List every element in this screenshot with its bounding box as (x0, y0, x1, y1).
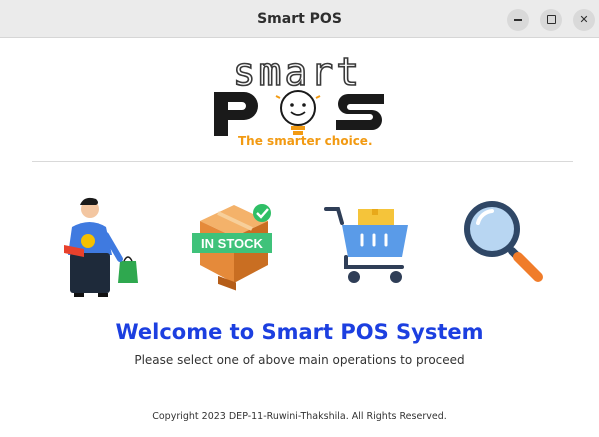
shopper-person-icon (64, 197, 138, 297)
in-stock-box-icon: IN STOCK (192, 204, 272, 291)
customer-tile-button[interactable] (56, 195, 152, 299)
minimize-button[interactable] (507, 9, 529, 31)
instruction-text: Please select one of above main operatio… (134, 353, 465, 367)
minimize-icon (514, 19, 522, 21)
close-icon: ✕ (579, 13, 589, 26)
maximize-icon (546, 14, 556, 24)
inventory-tile-button[interactable]: IN STOCK (188, 195, 284, 299)
header-divider (32, 161, 573, 162)
svg-text:IN STOCK: IN STOCK (201, 236, 263, 251)
search-tile-button[interactable] (454, 195, 550, 299)
window-titlebar[interactable]: Smart POS ✕ (0, 0, 599, 38)
logo-word-smart: smart (232, 50, 363, 94)
sales-tile-button[interactable] (322, 195, 418, 299)
copyright-footer: Copyright 2023 DEP-11-Ruwini-Thakshila. … (152, 411, 447, 422)
shopping-cart-icon (324, 207, 408, 283)
welcome-heading: Welcome to Smart POS System (115, 320, 484, 344)
close-button[interactable]: ✕ (573, 9, 595, 31)
logo-tagline: The smarter choice. (238, 134, 373, 148)
smart-pos-logo: smart The smarter choice. (210, 50, 390, 152)
magnifying-glass-icon (464, 201, 543, 282)
logo-pos-graphic (214, 90, 384, 136)
maximize-button[interactable] (540, 9, 562, 31)
